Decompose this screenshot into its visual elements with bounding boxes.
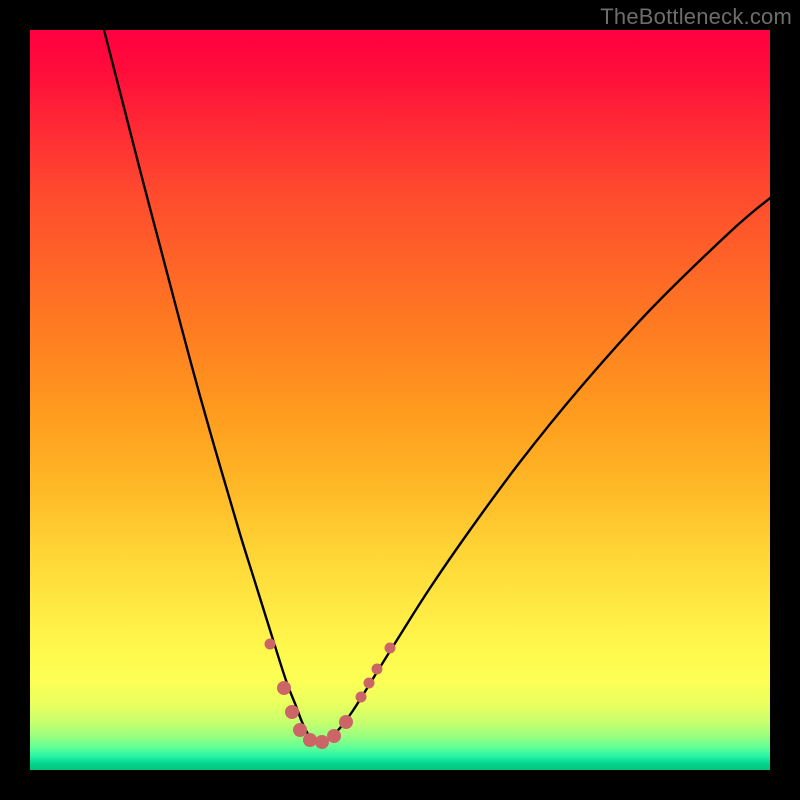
curve-dots: [265, 639, 396, 750]
curve-dot: [372, 664, 383, 675]
bottleneck-curve-svg: [30, 30, 770, 770]
curve-dot: [356, 692, 367, 703]
curve-dot: [277, 681, 291, 695]
curve-dot: [385, 643, 396, 654]
bottleneck-curve-path: [104, 30, 770, 742]
curve-dot: [285, 705, 299, 719]
curve-dot: [327, 729, 341, 743]
curve-dot: [315, 735, 329, 749]
curve-dot: [339, 715, 353, 729]
plot-area: [30, 30, 770, 770]
chart-frame: TheBottleneck.com: [0, 0, 800, 800]
curve-dot: [265, 639, 276, 650]
curve-dot: [303, 733, 317, 747]
watermark-text: TheBottleneck.com: [600, 4, 792, 30]
curve-dot: [364, 678, 375, 689]
curve-dot: [293, 723, 307, 737]
